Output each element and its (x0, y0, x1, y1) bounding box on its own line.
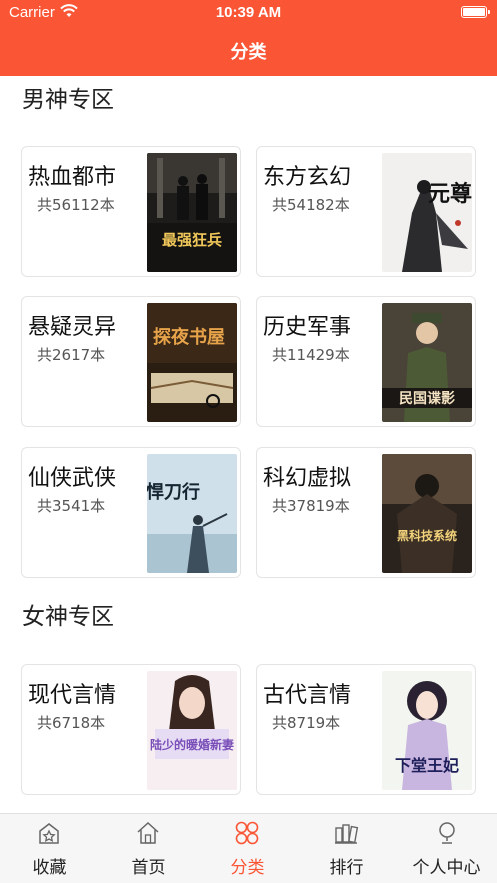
category-name: 现代言情 (28, 683, 117, 708)
category-name: 悬疑灵异 (28, 315, 117, 340)
tab-favorites[interactable]: 收藏 (0, 814, 99, 883)
svg-text:陆少的暖婚新妻: 陆少的暖婚新妻 (150, 737, 234, 752)
star-house-icon (39, 823, 59, 844)
category-count: 共8719本 (272, 714, 341, 732)
ranking-books-icon (335, 824, 359, 844)
svg-text:下堂王妃: 下堂王妃 (395, 756, 459, 775)
svg-text:悍刀行: 悍刀行 (147, 481, 200, 503)
section-title-female: 女神专区 (22, 604, 114, 630)
book-cover-image: 黑科技系统 (382, 454, 472, 573)
tab-profile[interactable]: 个人中心 (396, 814, 497, 883)
category-grid-icon (235, 821, 259, 845)
book-cover-image: 民国谍影 (382, 303, 472, 422)
tab-label: 分类 (230, 858, 265, 878)
category-card-ancient-romance[interactable]: 古代言情 共8719本 下堂王妃 (256, 664, 476, 795)
category-name: 东方玄幻 (263, 165, 352, 190)
category-name: 古代言情 (263, 683, 352, 708)
category-count: 共56112本 (37, 196, 115, 214)
category-name: 历史军事 (263, 315, 352, 340)
category-count: 共11429本 (272, 346, 350, 364)
category-count: 共54182本 (272, 196, 350, 214)
category-card-history[interactable]: 历史军事 共11429本 民国谍影 (256, 296, 476, 427)
tab-bar: 收藏 首页 分类 排行 个人中心 (0, 813, 497, 883)
svg-text:元尊: 元尊 (428, 181, 472, 207)
category-card-urban[interactable]: 热血都市 共56112本 最强狂兵 (21, 146, 241, 277)
page-title: 分类 (230, 42, 267, 63)
tab-label: 收藏 (32, 858, 67, 878)
category-name: 仙侠武侠 (28, 466, 117, 491)
category-card-fantasy[interactable]: 东方玄幻 共54182本 元尊 (256, 146, 476, 277)
status-time: 10:39 AM (215, 4, 282, 21)
book-cover-image: 元尊 (382, 153, 472, 272)
svg-text:民国谍影: 民国谍影 (399, 390, 455, 407)
battery-icon (461, 6, 490, 18)
section-title-male: 男神专区 (22, 87, 114, 113)
tab-home[interactable]: 首页 (99, 814, 198, 883)
category-count: 共3541本 (37, 497, 106, 515)
book-cover-image: 探夜书屋 (147, 303, 237, 422)
tab-label: 首页 (131, 858, 166, 878)
category-card-xianxia[interactable]: 仙侠武侠 共3541本 悍刀行 (21, 447, 241, 578)
book-cover-image: 悍刀行 (147, 454, 237, 573)
category-count: 共37819本 (272, 497, 350, 515)
category-card-scifi[interactable]: 科幻虚拟 共37819本 黑科技系统 (256, 447, 476, 578)
tab-label: 排行 (329, 858, 364, 878)
category-name: 科幻虚拟 (263, 466, 352, 491)
category-card-mystery[interactable]: 悬疑灵异 共2617本 探夜书屋 (21, 296, 241, 427)
svg-text:最强狂兵: 最强狂兵 (162, 231, 222, 249)
book-cover-image: 最强狂兵 (147, 153, 237, 272)
tab-ranking[interactable]: 排行 (297, 814, 396, 883)
category-card-modern-romance[interactable]: 现代言情 共6718本 陆少的暖婚新妻 (21, 664, 241, 795)
book-cover-image: 下堂王妃 (382, 671, 472, 790)
header: Carrier 10:39 AM 分类 (0, 0, 497, 76)
category-count: 共6718本 (37, 714, 106, 732)
svg-text:探夜书屋: 探夜书屋 (153, 326, 225, 348)
home-icon (137, 821, 159, 844)
app-screen: Carrier 10:39 AM 分类 男神专区 热血都市 共56112本 最强… (0, 0, 497, 883)
svg-text:黑科技系统: 黑科技系统 (397, 528, 457, 543)
user-profile-icon (439, 822, 455, 844)
tab-label: 个人中心 (412, 858, 481, 878)
tab-category[interactable]: 分类 (198, 814, 297, 883)
book-cover-image: 陆少的暖婚新妻 (147, 671, 237, 790)
category-name: 热血都市 (28, 165, 117, 190)
status-bar: Carrier 10:39 AM (0, 0, 497, 26)
category-count: 共2617本 (37, 346, 106, 364)
